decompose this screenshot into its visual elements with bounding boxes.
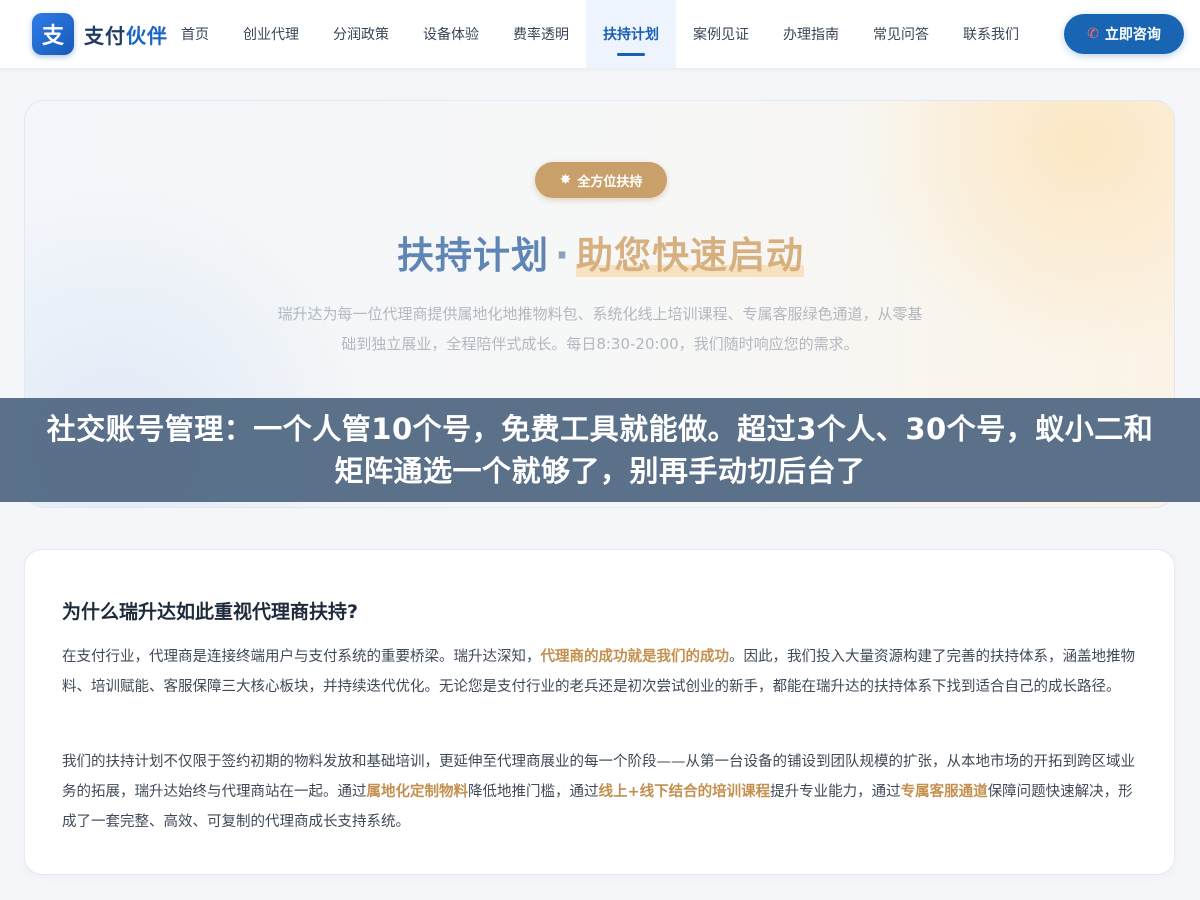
nav-item-device-experience[interactable]: 设备体验 — [406, 0, 496, 68]
nav-item-home[interactable]: 首页 — [164, 0, 226, 68]
p1-text-a: 在支付行业，代理商是连接终端用户与支付系统的重要桥梁。瑞升达深知， — [62, 649, 541, 665]
nav-item-profit-policy[interactable]: 分润政策 — [316, 0, 406, 68]
nav-item-faq[interactable]: 常见问答 — [856, 0, 946, 68]
p2-highlight-1: 属地化定制物料 — [366, 784, 469, 800]
phone-icon: ✆ — [1087, 26, 1099, 42]
consult-now-label: 立即咨询 — [1104, 27, 1161, 43]
main-nav: 首页 创业代理 分润政策 设备体验 费率透明 扶持计划 案例见证 办理指南 常见… — [164, 0, 1036, 68]
p2-highlight-3: 专属客服通道 — [900, 784, 988, 800]
article-paragraph-1: 在支付行业，代理商是连接终端用户与支付系统的重要桥梁。瑞升达深知，代理商的成功就… — [62, 642, 1138, 702]
p2-text-b: 降低地推门槛，通过 — [468, 784, 599, 800]
hero-title-separator: · — [554, 234, 571, 277]
sparkle-icon: ✸ — [559, 172, 572, 188]
hero-title: 扶持计划 · 助您快速启动 — [25, 225, 1174, 279]
p1-highlight: 代理商的成功就是我们的成功 — [540, 649, 730, 665]
hero-title-main: 扶持计划 — [396, 234, 549, 277]
nav-item-guide[interactable]: 办理指南 — [766, 0, 856, 68]
site-header: 支 支付伙伴 首页 创业代理 分润政策 设备体验 费率透明 扶持计划 案例见证 … — [0, 0, 1200, 68]
hero-description: 瑞升达为每一位代理商提供属地化地推物料包、系统化线上培训课程、专属客服绿色通道，… — [277, 305, 923, 353]
article-card: 为什么瑞升达如此重视代理商扶持? 在支付行业，代理商是连接终端用户与支付系统的重… — [24, 549, 1175, 875]
hero-title-accent: 助您快速启动 — [576, 234, 805, 277]
hero-badge: ✸ 全方位扶持 — [535, 162, 667, 198]
nav-item-cases[interactable]: 案例见证 — [676, 0, 766, 68]
logo-text-main: 支付 — [84, 23, 126, 48]
nav-item-support-plan[interactable]: 扶持计划 — [586, 0, 676, 68]
overlay-banner: 社交账号管理：一个人管10个号，免费工具就能做。超过3个人、30个号，蚁小二和矩… — [0, 398, 1200, 502]
nav-item-rates[interactable]: 费率透明 — [496, 0, 586, 68]
p2-highlight-2: 线上+线下结合的培训课程 — [598, 784, 771, 800]
nav-item-agency[interactable]: 创业代理 — [226, 0, 316, 68]
logo-mark-icon: 支 — [32, 13, 74, 55]
article-title: 为什么瑞升达如此重视代理商扶持? — [62, 601, 359, 623]
site-logo[interactable]: 支 支付伙伴 — [32, 13, 168, 55]
hero-badge-label: 全方位扶持 — [577, 174, 643, 190]
article-paragraph-2: 我们的扶持计划不仅限于签约初期的物料发放和基础培训，更延伸至代理商展业的每一个阶… — [62, 747, 1138, 837]
overlay-banner-text: 社交账号管理：一个人管10个号，免费工具就能做。超过3个人、30个号，蚁小二和矩… — [46, 412, 1154, 488]
nav-item-contact[interactable]: 联系我们 — [946, 0, 1036, 68]
logo-text: 支付伙伴 — [84, 20, 168, 49]
logo-text-accent: 伙伴 — [126, 23, 168, 48]
p2-text-c: 提升专业能力，通过 — [770, 784, 901, 800]
consult-now-button[interactable]: ✆ 立即咨询 — [1064, 14, 1184, 54]
